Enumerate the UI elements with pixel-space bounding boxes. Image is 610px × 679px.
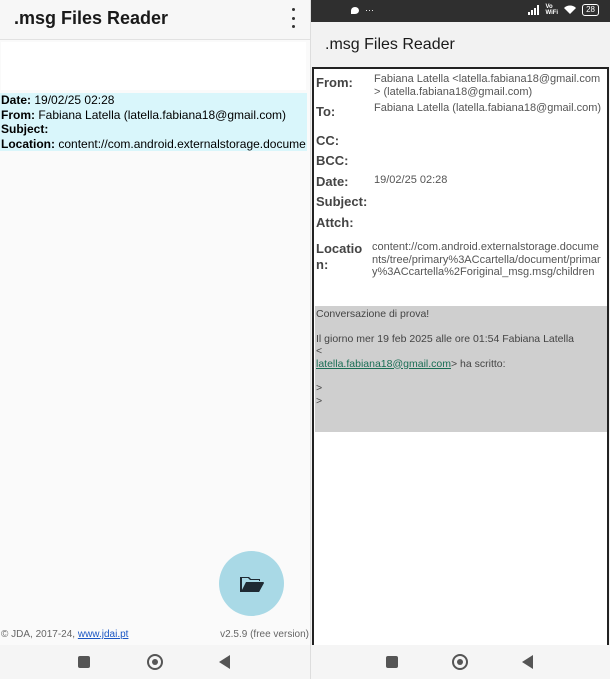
info-location-row: Location: content://com.android.external… [0,137,307,152]
info-date-label: Date: [1,93,32,107]
header-subject-row: Subject: [316,194,606,212]
wifi-icon [564,5,577,14]
subject-label: Subject: [316,194,368,209]
website-link[interactable]: www.jdai.pt [78,629,129,640]
body-line-3: < [316,345,323,357]
info-from-label: From: [1,107,35,122]
version-text: v2.5.9 (free version) [220,629,309,640]
left-app-bar: .msg Files Reader [0,0,310,40]
location-label: Location: [316,241,363,272]
recents-button-right[interactable] [386,656,398,668]
info-from-row: From: Fabiana Latella (latella.fabiana18… [0,108,307,123]
overflow-menu-icon[interactable] [288,8,298,28]
header-attch-row: Attch: [316,215,606,233]
header-to-row: To: Fabiana Latella (latella.fabiana18@g… [316,102,606,132]
right-app-title: .msg Files Reader [325,36,455,53]
body-line-2: Il giorno mer 19 feb 2025 alle ore 01:54… [316,332,575,345]
quote-line-1: > [316,382,323,394]
cc-label: CC: [316,133,340,148]
info-date-row: Date: 19/02/25 02:28 [0,93,307,108]
message-info-panel: Date: 19/02/25 02:28 From: Fabiana Latel… [0,93,307,151]
info-location-value: content://com.android.externalstorage.do… [58,136,306,151]
status-more-dots: ··· [365,5,374,15]
right-screen: ··· Vo WiFi 28 .msg Files Reader From: Fa… [310,0,610,679]
attachment-label: Attch: [316,215,354,230]
body-line-4-suffix: > ha scritto: [450,357,506,370]
body-line-4: latella.fabiana18@gmail.com> ha scritto: [316,358,606,371]
vowifi-indicator: Vo WiFi [545,4,559,16]
sender-email-link[interactable]: latella.fabiana18@gmail.com [316,358,451,370]
battery-indicator: 28 [582,4,599,16]
to-label: To: [316,104,336,119]
home-button[interactable] [147,654,163,670]
info-location-label: Location: [1,136,55,151]
quote-line-2: > [316,394,323,407]
right-navigation-bar [311,645,610,679]
left-app-title: .msg Files Reader [14,8,169,28]
header-cc-row: CC: [316,133,606,151]
message-detail-frame: From: Fabiana Latella <latella.fabiana18… [312,67,609,647]
left-screen: .msg Files Reader Date: 19/02/25 02:28 F… [0,0,310,679]
bcc-label: BCC: [316,153,349,168]
open-file-button[interactable] [219,551,284,616]
copyright-text: © JDA, 2017-24, www.jdai.pt [1,629,128,640]
header-date-row: Date: 19/02/25 02:28 [316,174,606,192]
info-subject-label: Subject: [1,122,49,136]
right-app-bar: .msg Files Reader [311,22,610,66]
back-button[interactable] [219,655,230,669]
body-line-1: Conversazione di prova! [316,308,430,320]
left-navigation-bar [0,645,310,679]
home-button-right[interactable] [452,654,468,670]
info-date-value: 19/02/25 02:28 [34,93,115,107]
info-from-value: Fabiana Latella (latella.fabiana18@gmail… [38,107,286,122]
copyright-prefix: © JDA, 2017-24, [1,629,78,640]
chat-notification-icon [351,6,359,14]
info-subject-row: Subject: [0,122,307,137]
status-bar: ··· Vo WiFi 28 [311,0,610,22]
empty-panel [1,42,306,90]
signal-icon [528,5,540,15]
message-body: Conversazione di prova! Il giorno mer 19… [315,306,607,432]
from-label: From: [316,75,353,90]
recents-button[interactable] [78,656,90,668]
to-value: Fabiana Latella (latella.fabiana18@gmail… [374,102,602,114]
left-footer: © JDA, 2017-24, www.jdai.pt v2.5.9 (free… [0,629,310,643]
location-value: content://com.android.externalstorage.do… [372,241,601,278]
back-button-right[interactable] [522,655,533,669]
date-label: Date: [316,174,349,189]
header-bcc-row: BCC: [316,153,606,171]
header-from-row: From: Fabiana Latella <latella.fabiana18… [316,73,606,103]
folder-open-icon [239,576,264,592]
date-value: 19/02/25 02:28 [374,174,448,186]
header-location-row: Location: content://com.android.external… [316,241,606,301]
from-value: Fabiana Latella <latella.fabiana18@gmail… [374,73,601,98]
